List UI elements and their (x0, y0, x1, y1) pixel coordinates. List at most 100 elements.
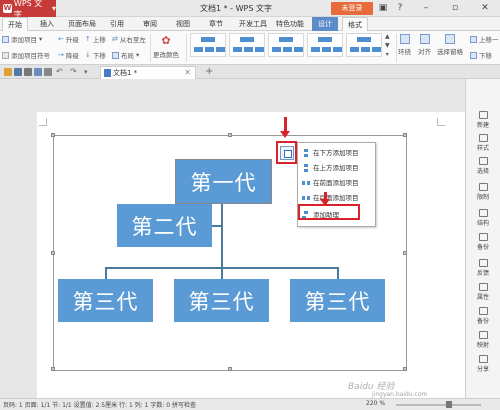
sidebar-item-new[interactable]: 新建 (466, 111, 500, 129)
print-icon[interactable] (24, 68, 32, 76)
minimize-icon[interactable]: – (419, 2, 433, 15)
tab-view[interactable]: 视图 (170, 17, 196, 31)
smartart-style-5[interactable] (346, 33, 382, 57)
new-tab-button[interactable]: + (205, 65, 213, 79)
menu-item-add-before[interactable]: 在前面添加项目 (298, 176, 375, 190)
smartart-style-4[interactable] (307, 33, 343, 57)
menu-item-add-below[interactable]: 在下方添加项目 (298, 146, 375, 160)
tab-format[interactable]: 格式 (342, 17, 368, 31)
change-color-button[interactable]: ✿ 更改颜色 (153, 34, 179, 59)
node-gen3[interactable]: 第三代 (174, 279, 269, 322)
print-preview-icon[interactable] (34, 68, 42, 76)
save-icon[interactable] (14, 68, 22, 76)
wps-logo-icon: W (3, 4, 12, 13)
promote-button[interactable]: ← 升级 (58, 34, 79, 44)
feedback-icon (478, 259, 488, 267)
arrow-left-icon: ← (58, 34, 64, 43)
maximize-icon[interactable]: ▫ (448, 2, 462, 15)
resize-handle[interactable] (403, 251, 407, 255)
tab-references[interactable]: 引用 (104, 17, 130, 31)
resize-handle[interactable] (228, 367, 232, 371)
swap-icon: ⇄ (112, 34, 118, 43)
node-gen3[interactable]: 第三代 (58, 279, 153, 322)
window-title: 文档1 * - WPS 文字 (200, 4, 272, 13)
zoom-level: 220 % (366, 400, 386, 407)
smartart-style-2[interactable] (229, 33, 265, 57)
tab-review[interactable]: 审阅 (137, 17, 163, 31)
tab-insert[interactable]: 插入 (34, 17, 60, 31)
sidebar-item-style[interactable]: 样式 (466, 134, 500, 152)
sidebar-item-properties[interactable]: 属性 (466, 283, 500, 301)
add-bullet-button[interactable]: 添加项目符号 (2, 50, 50, 60)
sidebar-item-backup[interactable]: 备份 (466, 233, 500, 251)
tab-start[interactable]: 开始 (2, 17, 28, 31)
zoom-slider[interactable] (396, 404, 481, 406)
layout-button[interactable]: 布局 ▾ (112, 50, 139, 60)
app-menu-button[interactable]: W WPS 文字 ▾ (0, 0, 56, 19)
sidebar-item-backup-2[interactable]: 备份 (466, 307, 500, 325)
resize-handle[interactable] (51, 133, 55, 137)
document-page[interactable]: 第一代 第二代 第三代 第三代 第三代 (37, 112, 465, 398)
bring-forward-button[interactable]: 上移一 (470, 34, 499, 44)
close-icon[interactable]: ✕ (478, 2, 492, 15)
styles-scroll[interactable]: ▲ ▼ ▾ (385, 33, 390, 58)
smartart-style-1[interactable] (190, 33, 226, 57)
login-button[interactable]: 未登录 (331, 2, 373, 15)
tab-design[interactable]: 设计 (312, 17, 338, 31)
demote-button[interactable]: → 降级 (58, 50, 79, 60)
undo-icon[interactable]: ↶ (56, 68, 64, 76)
move-down-button[interactable]: ↓ 下移 (85, 50, 106, 60)
pointer-arrow (284, 117, 287, 131)
add-below-icon (302, 149, 310, 157)
node-gen2[interactable]: 第二代 (117, 204, 212, 247)
sidebar-item-select[interactable]: 选择 (466, 157, 500, 175)
redo-icon[interactable]: ↷ (70, 68, 78, 76)
tab-chapter[interactable]: 章节 (203, 17, 229, 31)
chevron-down-icon: ▾ (51, 4, 56, 13)
connector-line (105, 267, 107, 279)
sidebar-item-structure[interactable]: 结构 (466, 209, 500, 227)
right-sidebar: 新建 样式 选择 限制 结构 备份 反馈 属性 备份 映射 分享 (465, 79, 500, 398)
move-up-button[interactable]: ↑ 上移 (85, 34, 106, 44)
add-item-icon (2, 35, 9, 43)
resize-handle[interactable] (228, 133, 232, 137)
node-gen1[interactable]: 第一代 (175, 159, 272, 204)
arrow-up-icon: ↑ (85, 34, 91, 43)
resize-handle[interactable] (51, 251, 55, 255)
open-icon[interactable] (4, 68, 12, 76)
send-backward-button[interactable]: 下移 (470, 50, 492, 60)
tab-features[interactable]: 特色功能 (273, 17, 307, 31)
highlight-box (298, 204, 360, 220)
right-to-left-button[interactable]: ⇄ 从右至左 (112, 34, 146, 44)
sidebar-item-map[interactable]: 映射 (466, 331, 500, 349)
resize-handle[interactable] (403, 367, 407, 371)
chevron-down-icon[interactable]: ▾ (84, 68, 92, 76)
document-tab[interactable]: 文档1 * ✕ (100, 66, 196, 79)
menu-item-add-after[interactable]: 在后面添加项目 (298, 191, 375, 205)
align-button[interactable]: 对齐 (418, 34, 431, 56)
wrap-button[interactable]: 环绕 (398, 34, 411, 56)
zoom-slider-handle[interactable] (446, 401, 452, 408)
style-icon (478, 134, 488, 142)
add-after-icon (302, 194, 310, 202)
skin-icon[interactable]: ▣ (376, 2, 390, 15)
close-tab-icon[interactable]: ✕ (184, 67, 191, 79)
smartart-style-3[interactable] (268, 33, 304, 57)
sidebar-item-feedback[interactable]: 反馈 (466, 259, 500, 277)
menu-item-add-above[interactable]: 在上方添加项目 (298, 161, 375, 175)
sidebar-item-share[interactable]: 分享 (466, 355, 500, 373)
select-pane-button[interactable]: 选择窗格 (437, 34, 463, 56)
properties-icon (478, 283, 488, 291)
format-painter-icon[interactable] (44, 68, 52, 76)
tab-developer[interactable]: 开发工具 (236, 17, 270, 31)
connector-line (337, 267, 339, 279)
node-gen3[interactable]: 第三代 (290, 279, 385, 322)
resize-handle[interactable] (403, 133, 407, 137)
document-tab-label: 文档1 * (113, 69, 138, 77)
select-pane-icon (445, 34, 455, 44)
tab-page-layout[interactable]: 页面布局 (65, 17, 99, 31)
resize-handle[interactable] (51, 367, 55, 371)
help-icon[interactable]: ? (393, 2, 407, 15)
sidebar-item-restrict[interactable]: 限制 (466, 183, 500, 201)
add-item-button[interactable]: 添加项目 ▾ (2, 34, 42, 44)
